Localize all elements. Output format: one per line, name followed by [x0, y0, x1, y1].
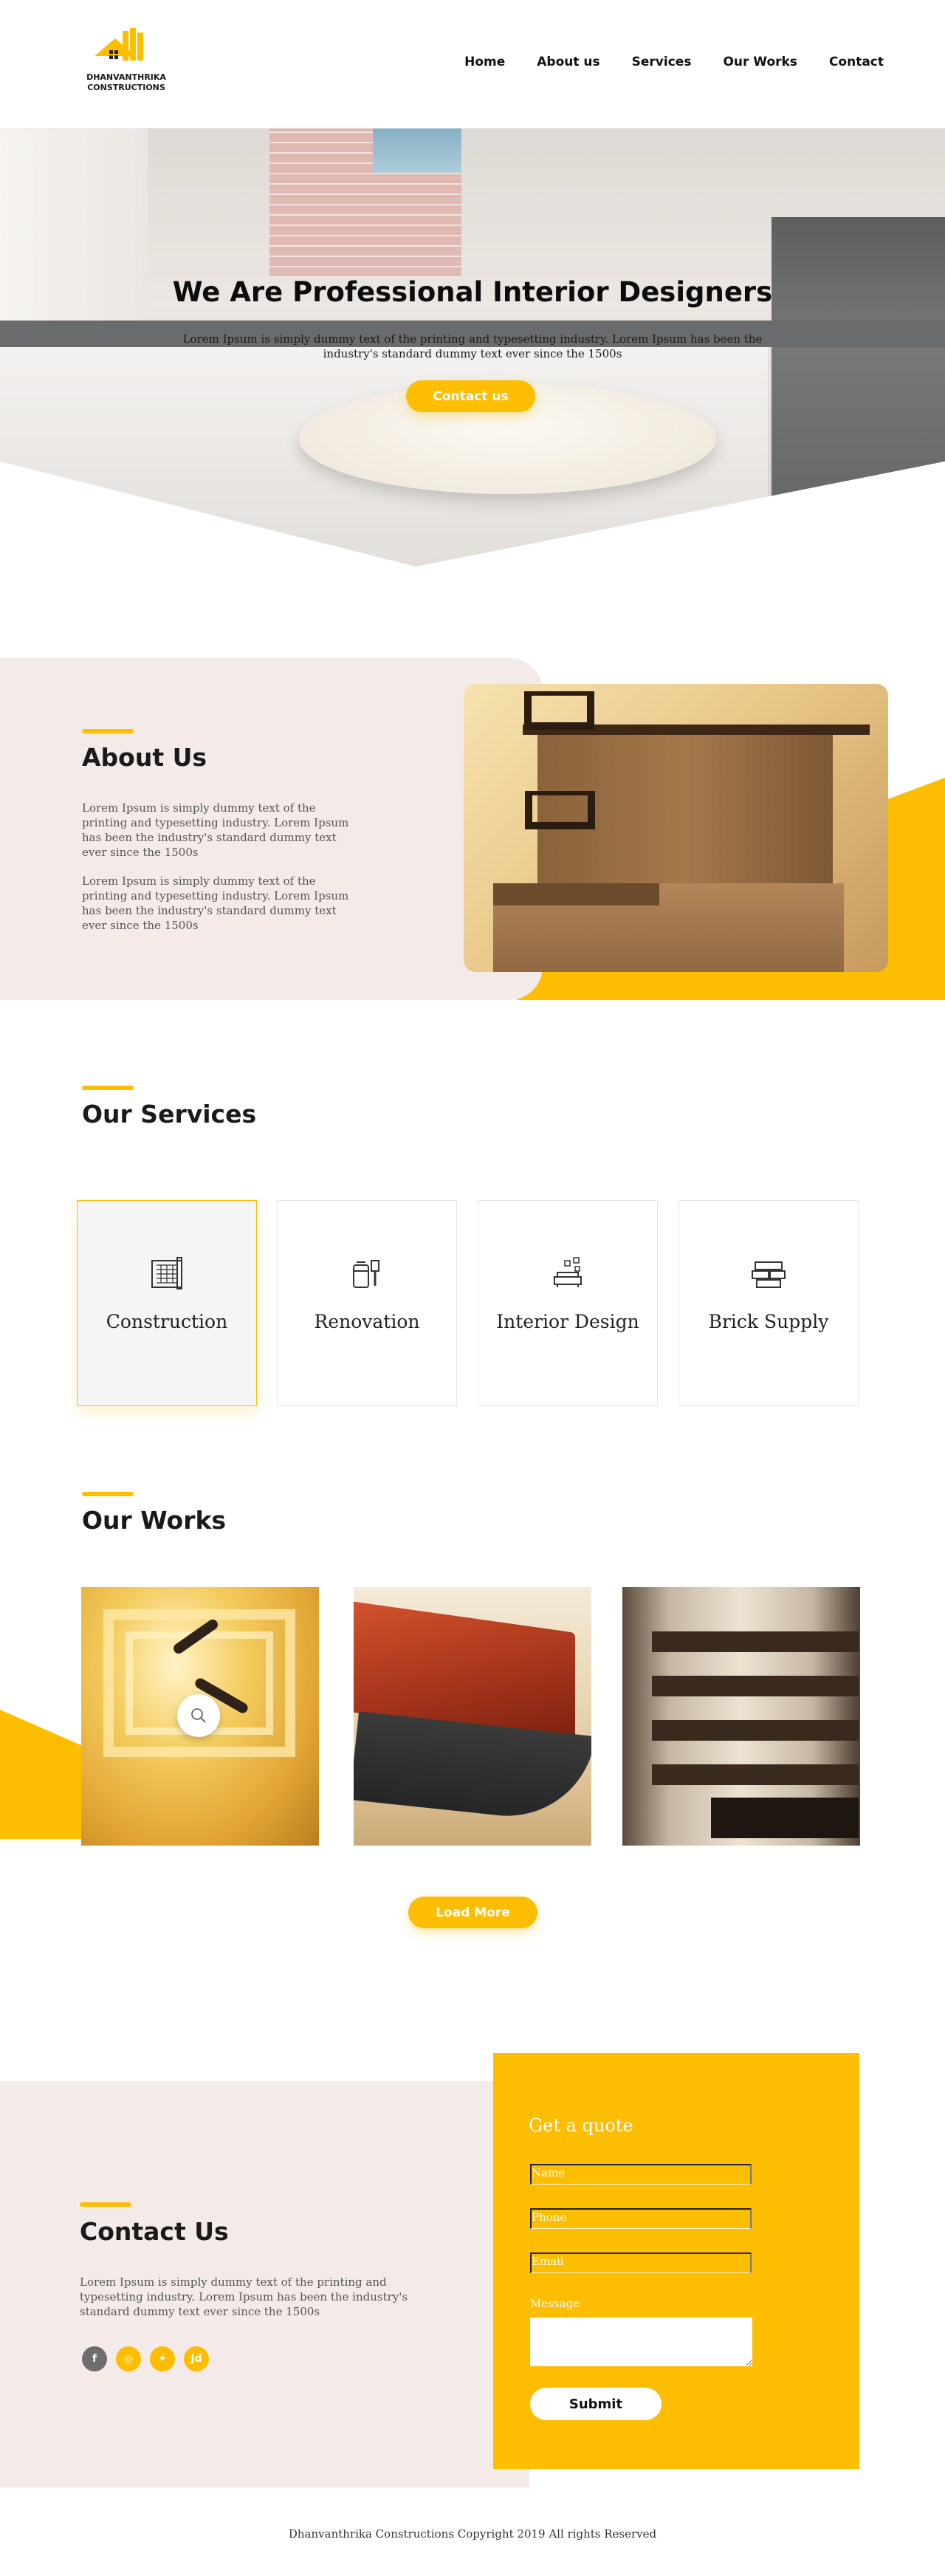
section-accent-bar — [82, 1086, 134, 1090]
justdial-icon[interactable]: Jd — [184, 2346, 209, 2371]
wall-stripe — [652, 1720, 859, 1741]
shelf-box — [524, 691, 594, 730]
contact-section: Contact Us Lorem Ipsum is simply dummy t… — [0, 2053, 945, 2489]
about-section: About Us Lorem Ipsum is simply dummy tex… — [0, 658, 945, 1000]
about-paragraph-2: Lorem Ipsum is simply dummy text of the … — [82, 874, 349, 932]
wall-stripe — [652, 1631, 859, 1652]
search-icon — [191, 1708, 206, 1723]
load-more-button[interactable]: Load More — [408, 1897, 537, 1928]
work-image-2[interactable] — [354, 1587, 591, 1846]
work-image-1[interactable] — [81, 1587, 319, 1846]
footer-copyright: Dhanvanthrika Constructions Copyright 20… — [288, 2527, 657, 2541]
works-title: Our Works — [82, 1506, 227, 1535]
nav-services[interactable]: Services — [632, 55, 692, 69]
quote-form: Get a quote Message Submit — [493, 2053, 859, 2469]
nav-about-us[interactable]: About us — [537, 55, 599, 69]
facebook-icon[interactable]: f — [82, 2346, 107, 2371]
service-label: Brick Supply — [708, 1311, 829, 1332]
message-field[interactable] — [530, 2318, 752, 2366]
section-accent-bar — [80, 2202, 131, 2207]
instagram-icon[interactable]: ◎ — [116, 2346, 141, 2371]
brand-logo[interactable]: DHANVANTHRIKA CONSTRUCTIONS — [86, 28, 167, 98]
section-accent-bar — [82, 1492, 134, 1496]
tv-unit-top — [493, 883, 659, 905]
hero-text: Lorem Ipsum is simply dummy text of the … — [182, 332, 763, 360]
nav-our-works[interactable]: Our Works — [723, 55, 797, 69]
hero-title: We Are Professional Interior Designers — [172, 276, 773, 308]
shelf-box — [525, 791, 595, 829]
service-card-construction[interactable]: Construction — [77, 1200, 257, 1406]
work-image-3[interactable] — [622, 1587, 860, 1846]
service-label: Renovation — [314, 1311, 420, 1332]
bricks-icon — [752, 1261, 786, 1288]
twitter-icon[interactable]: ✦ — [150, 2346, 175, 2371]
about-paragraph-1: Lorem Ipsum is simply dummy text of the … — [82, 801, 349, 859]
paint-brush-icon — [353, 1260, 379, 1288]
service-label: Construction — [106, 1311, 228, 1332]
sofa-icon — [554, 1257, 582, 1287]
brand-name-line1: DHANVANTHRIKA — [86, 72, 166, 82]
site-header: DHANVANTHRIKA CONSTRUCTIONS Home About u… — [0, 0, 945, 129]
wall-stripe — [652, 1676, 859, 1696]
contact-us-button[interactable]: Contact us — [406, 380, 535, 412]
service-label: Interior Design — [496, 1311, 639, 1332]
service-card-renovation[interactable]: Renovation — [277, 1200, 457, 1406]
brand-name-line2: CONSTRUCTIONS — [87, 83, 165, 92]
about-image — [464, 684, 888, 972]
about-title: About Us — [82, 743, 207, 772]
phone-field[interactable] — [530, 2208, 752, 2229]
quote-title: Get a quote — [529, 2115, 633, 2136]
name-field[interactable] — [530, 2164, 752, 2185]
tv-cabinet — [711, 1798, 859, 1838]
brand-name: DHANVANTHRIKA CONSTRUCTIONS — [86, 72, 167, 93]
section-accent-bar — [82, 729, 134, 733]
message-label: Message — [530, 2297, 580, 2310]
nav-contact[interactable]: Contact — [829, 55, 884, 69]
services-title: Our Services — [82, 1100, 257, 1128]
main-nav: Home About us Services Our Works Contact — [433, 55, 884, 69]
services-section: Our Services Construction Renovation Int… — [0, 1000, 945, 1458]
logo-mark — [94, 28, 143, 61]
nav-home[interactable]: Home — [464, 55, 505, 69]
service-card-brick-supply[interactable]: Brick Supply — [678, 1200, 859, 1406]
wall-stripe — [652, 1764, 859, 1785]
email-field[interactable] — [530, 2253, 752, 2273]
social-links: f ◎ ✦ Jd — [82, 2346, 209, 2371]
contact-text: Lorem Ipsum is simply dummy text of the … — [80, 2275, 408, 2318]
zoom-button[interactable] — [177, 1694, 220, 1737]
blueprint-icon — [151, 1257, 182, 1289]
submit-button[interactable]: Submit — [530, 2388, 662, 2420]
service-card-interior-design[interactable]: Interior Design — [478, 1200, 658, 1406]
contact-title: Contact Us — [80, 2217, 229, 2246]
